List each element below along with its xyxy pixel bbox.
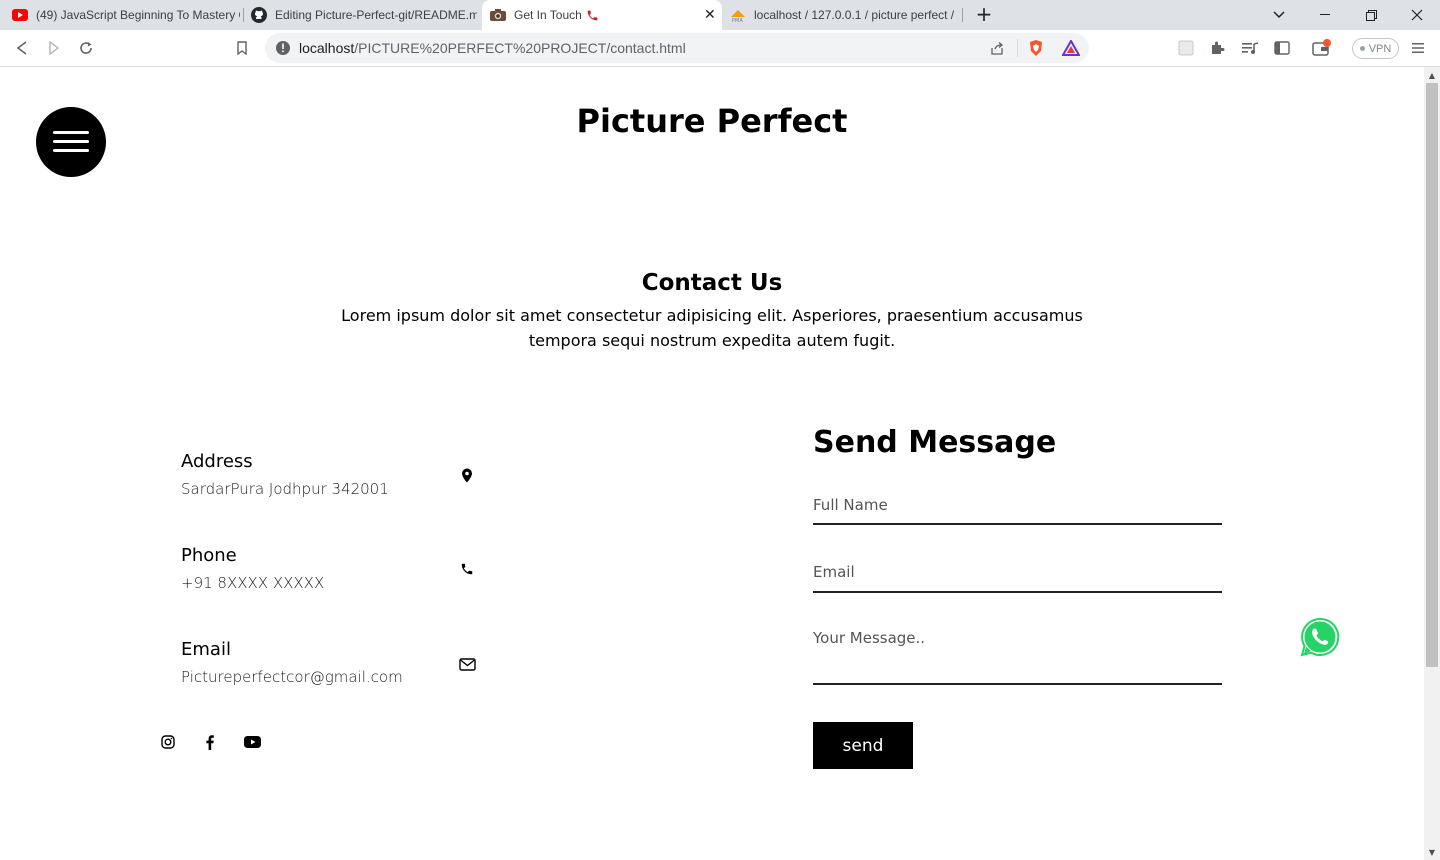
page-scrollbar[interactable]: ▲ ▼: [1424, 67, 1440, 860]
menu-bar: [53, 140, 89, 143]
scroll-up-arrow-icon[interactable]: ▲: [1424, 67, 1440, 83]
reload-icon[interactable]: [76, 38, 96, 58]
tab-youtube[interactable]: (49) JavaScript Beginning To Mastery C: [12, 0, 240, 30]
camera-icon: [490, 7, 506, 23]
forward-icon[interactable]: [44, 38, 64, 58]
tab-get-in-touch[interactable]: Get In Touch ✕: [482, 0, 722, 30]
new-tab-button[interactable]: +: [973, 4, 995, 26]
tab-phpmyadmin[interactable]: PMA localhost / 127.0.0.1 / picture perf…: [730, 0, 956, 30]
sidebar-toggle-icon[interactable]: [1272, 38, 1292, 58]
message-field: [813, 629, 1222, 685]
full-name-field: [813, 495, 1222, 525]
browser-tab-bar: (49) JavaScript Beginning To Mastery C E…: [0, 0, 1440, 30]
svg-text:PMA: PMA: [732, 18, 743, 23]
address-bar[interactable]: localhost/PICTURE%20PERFECT%20PROJECT/co…: [265, 33, 1089, 63]
full-name-input[interactable]: [813, 496, 1222, 514]
youtube-icon: [12, 7, 28, 23]
instagram-icon[interactable]: [159, 733, 177, 751]
message-textarea[interactable]: [813, 629, 1222, 665]
phone-label: Phone: [181, 545, 237, 566]
close-window-icon[interactable]: [1394, 0, 1440, 30]
whatsapp-icon[interactable]: [1300, 617, 1340, 657]
phone-value: +91 8XXXX XXXXX: [181, 574, 325, 592]
brave-rewards-icon[interactable]: [1061, 38, 1081, 60]
email-label: Email: [181, 639, 231, 660]
brave-shields-icon[interactable]: [1028, 39, 1044, 61]
address-label: Address: [181, 451, 253, 472]
facebook-icon[interactable]: [201, 733, 219, 751]
restore-icon[interactable]: [1348, 0, 1394, 30]
email-field: [813, 562, 1222, 593]
tab-title: (49) JavaScript Beginning To Mastery C: [36, 8, 240, 22]
extension-placeholder-icon[interactable]: [1176, 38, 1196, 58]
contact-description: Lorem ipsum dolor sit amet consectetur a…: [341, 306, 1083, 350]
vpn-status-dot: [1359, 46, 1365, 51]
tab-title: Get In Touch: [514, 8, 582, 22]
send-button[interactable]: send: [813, 722, 913, 769]
tab-github[interactable]: Editing Picture-Perfect-git/README.m: [251, 0, 477, 30]
scroll-down-arrow-icon[interactable]: ▼: [1424, 844, 1440, 860]
contact-heading: Contact Us: [641, 270, 783, 296]
address-value: SardarPura Jodhpur 342001: [181, 480, 389, 498]
extensions-puzzle-icon[interactable]: [1208, 38, 1228, 58]
minimize-icon[interactable]: [1302, 0, 1348, 30]
tab-title: localhost / 127.0.0.1 / picture perfect …: [754, 8, 955, 22]
phone-icon: [458, 560, 476, 578]
site-title: Picture Perfect: [576, 102, 848, 140]
youtube-icon[interactable]: [243, 733, 261, 751]
vpn-label: VPN: [1368, 42, 1392, 55]
page-content: Picture Perfect Contact Us Lorem ipsum d…: [0, 67, 1424, 860]
map-pin-icon: [458, 466, 476, 484]
info-icon[interactable]: [275, 40, 291, 60]
bookmark-icon[interactable]: [232, 38, 252, 58]
url-text: localhost/PICTURE%20PERFECT%20PROJECT/co…: [299, 40, 686, 56]
scroll-thumb[interactable]: [1426, 83, 1438, 667]
browser-menu-icon[interactable]: [1408, 38, 1428, 58]
phpmyadmin-icon: PMA: [730, 7, 746, 23]
email-input[interactable]: [813, 563, 1222, 581]
browser-toolbar: localhost/PICTURE%20PERFECT%20PROJECT/co…: [0, 30, 1440, 67]
close-tab-icon[interactable]: ✕: [704, 6, 716, 23]
tab-title: Editing Picture-Perfect-git/README.m: [275, 8, 477, 22]
back-icon[interactable]: [12, 38, 32, 58]
media-playlist-icon[interactable]: [1240, 38, 1260, 58]
share-icon[interactable]: [989, 40, 1005, 60]
envelope-icon: [458, 655, 476, 673]
phone-emoji-icon: [586, 9, 599, 22]
url-host: localhost: [299, 40, 355, 56]
wallet-icon[interactable]: [1312, 38, 1332, 58]
menu-bar: [53, 149, 89, 152]
tab-search-icon[interactable]: [1256, 0, 1302, 30]
vpn-button[interactable]: VPN: [1352, 38, 1399, 59]
github-icon: [251, 7, 267, 23]
email-value: Pictureperfectcor@gmail.com: [181, 668, 403, 686]
send-message-title: Send Message: [813, 425, 1057, 460]
url-path: /PICTURE%20PERFECT%20PROJECT/contact.htm…: [354, 40, 686, 56]
